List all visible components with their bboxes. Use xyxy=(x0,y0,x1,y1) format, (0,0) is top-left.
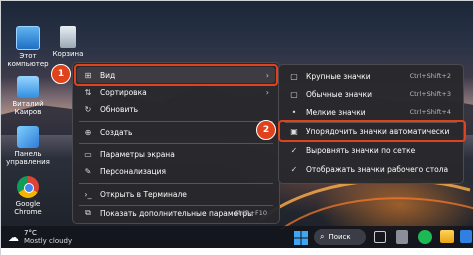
submenu-item-label: Мелкие значки xyxy=(306,107,366,117)
taskbar-app-spotify[interactable] xyxy=(418,230,432,244)
display-icon: ▭ xyxy=(84,149,92,159)
start-button[interactable] xyxy=(294,230,308,245)
step-badge-1: 1 xyxy=(51,64,71,84)
user-folder-icon xyxy=(17,76,39,98)
search-label: Поиск xyxy=(328,233,351,241)
desktop-icon-label: Панель управления xyxy=(6,150,50,166)
refresh-icon: ↻ xyxy=(84,104,92,114)
taskbar: ☁ 7°C Mostly cloudy ⌕ Поиск xyxy=(0,226,474,248)
menu-divider xyxy=(79,121,273,122)
desktop-icon-label: Корзина xyxy=(52,50,84,58)
menu-item-label: Открыть в Терминале xyxy=(100,189,187,199)
taskbar-app-store[interactable] xyxy=(460,230,472,243)
menu-divider xyxy=(79,143,273,144)
submenu-item-shortcut: Ctrl+Shift+4 xyxy=(409,108,451,116)
menu-item-label: Параметры экрана xyxy=(100,149,175,159)
chevron-right-icon: › xyxy=(265,87,269,97)
menu-item-label: Сортировка xyxy=(100,87,147,97)
search-box[interactable]: ⌕ Поиск xyxy=(314,229,366,245)
brush-icon: ✎ xyxy=(84,166,92,176)
menu-item-sort[interactable]: ⇅ Сортировка › xyxy=(77,84,275,100)
more-icon: ⧉ xyxy=(85,208,91,217)
search-icon: ⌕ xyxy=(320,232,325,241)
menu-item-display-settings[interactable]: ▭ Параметры экрана xyxy=(77,146,275,162)
taskbar-app-widgets[interactable] xyxy=(396,230,408,244)
taskbar-task-view[interactable] xyxy=(374,231,386,243)
sort-icon: ⇅ xyxy=(84,87,92,97)
submenu-item-medium-icons[interactable]: ▢ Обычные значки Ctrl+Shift+3 xyxy=(283,86,459,102)
submenu-item-label: Выровнять значки по сетке xyxy=(306,145,416,155)
menu-item-label: Показать дополнительные параметры xyxy=(100,208,254,218)
weather-desc: Mostly cloudy xyxy=(24,237,73,245)
desktop-icon-chrome[interactable]: Google Chrome xyxy=(4,176,52,216)
terminal-icon: ›_ xyxy=(84,189,92,199)
recycle-bin-icon xyxy=(60,26,76,48)
highlight-auto-arrange xyxy=(278,120,466,142)
menu-item-refresh[interactable]: ↻ Обновить xyxy=(77,101,275,117)
menu-item-personalization[interactable]: ✎ Персонализация xyxy=(77,163,275,179)
check-icon: ✓ xyxy=(290,164,298,174)
weather-widget[interactable]: ☁ 7°C Mostly cloudy xyxy=(8,228,88,246)
menu-item-show-more-options[interactable]: ⧉ Показать дополнительные параметры Shif… xyxy=(77,205,275,221)
step-badge-2: 2 xyxy=(256,120,276,140)
desktop-icon-recycle-bin[interactable]: Корзина xyxy=(44,26,92,58)
check-icon: ✓ xyxy=(290,145,298,155)
taskbar-app-explorer[interactable] xyxy=(440,230,454,243)
medium-icons-icon: ▢ xyxy=(290,89,298,99)
submenu-item-large-icons[interactable]: ▢ Крупные значки Ctrl+Shift+2 xyxy=(283,68,459,84)
submenu-item-label: Крупные значки xyxy=(306,71,371,81)
large-icons-icon: ▢ xyxy=(290,71,298,81)
desktop-icon-user-folder[interactable]: Виталий Каиров xyxy=(4,76,52,116)
bottom-strip xyxy=(0,248,474,256)
desktop-icon-label: Виталий Каиров xyxy=(12,100,44,116)
desktop-icon-control-panel[interactable]: Панель управления xyxy=(4,126,52,166)
windows-icon xyxy=(294,231,308,245)
control-panel-icon xyxy=(17,126,39,148)
cloud-icon: ☁ xyxy=(8,231,19,244)
menu-item-label: Обновить xyxy=(100,104,139,114)
menu-item-shortcut: Shift+F10 xyxy=(234,209,267,217)
submenu-item-show-desktop-icons[interactable]: ✓ Отображать значки рабочего стола xyxy=(283,161,459,177)
desktop-context-menu: ⊞ Вид › ⇅ Сортировка › ↻ Обновить ⊕ Созд… xyxy=(72,62,280,224)
weather-temp: 7°C xyxy=(24,229,37,237)
submenu-item-small-icons[interactable]: • Мелкие значки Ctrl+Shift+4 xyxy=(283,104,459,120)
menu-item-label: Создать xyxy=(100,127,133,137)
menu-item-label: Персонализация xyxy=(100,166,166,176)
submenu-item-label: Обычные значки xyxy=(306,89,373,99)
desktop-icon-label: Google Chrome xyxy=(14,200,42,216)
submenu-item-shortcut: Ctrl+Shift+3 xyxy=(409,90,451,98)
chrome-icon xyxy=(17,176,39,198)
plus-icon: ⊕ xyxy=(84,127,92,137)
computer-icon xyxy=(16,26,40,50)
submenu-item-align-grid[interactable]: ✓ Выровнять значки по сетке xyxy=(283,142,459,158)
menu-item-open-terminal[interactable]: ›_ Открыть в Терминале xyxy=(77,186,275,202)
submenu-item-label: Отображать значки рабочего стола xyxy=(306,164,449,174)
menu-item-create[interactable]: ⊕ Создать › xyxy=(77,124,275,140)
desktop-icon-label: Этот компьютер xyxy=(7,52,49,68)
highlight-view-item xyxy=(74,64,278,86)
submenu-item-shortcut: Ctrl+Shift+2 xyxy=(409,72,451,80)
menu-divider xyxy=(79,183,273,184)
selected-dot-icon: • xyxy=(291,107,297,117)
